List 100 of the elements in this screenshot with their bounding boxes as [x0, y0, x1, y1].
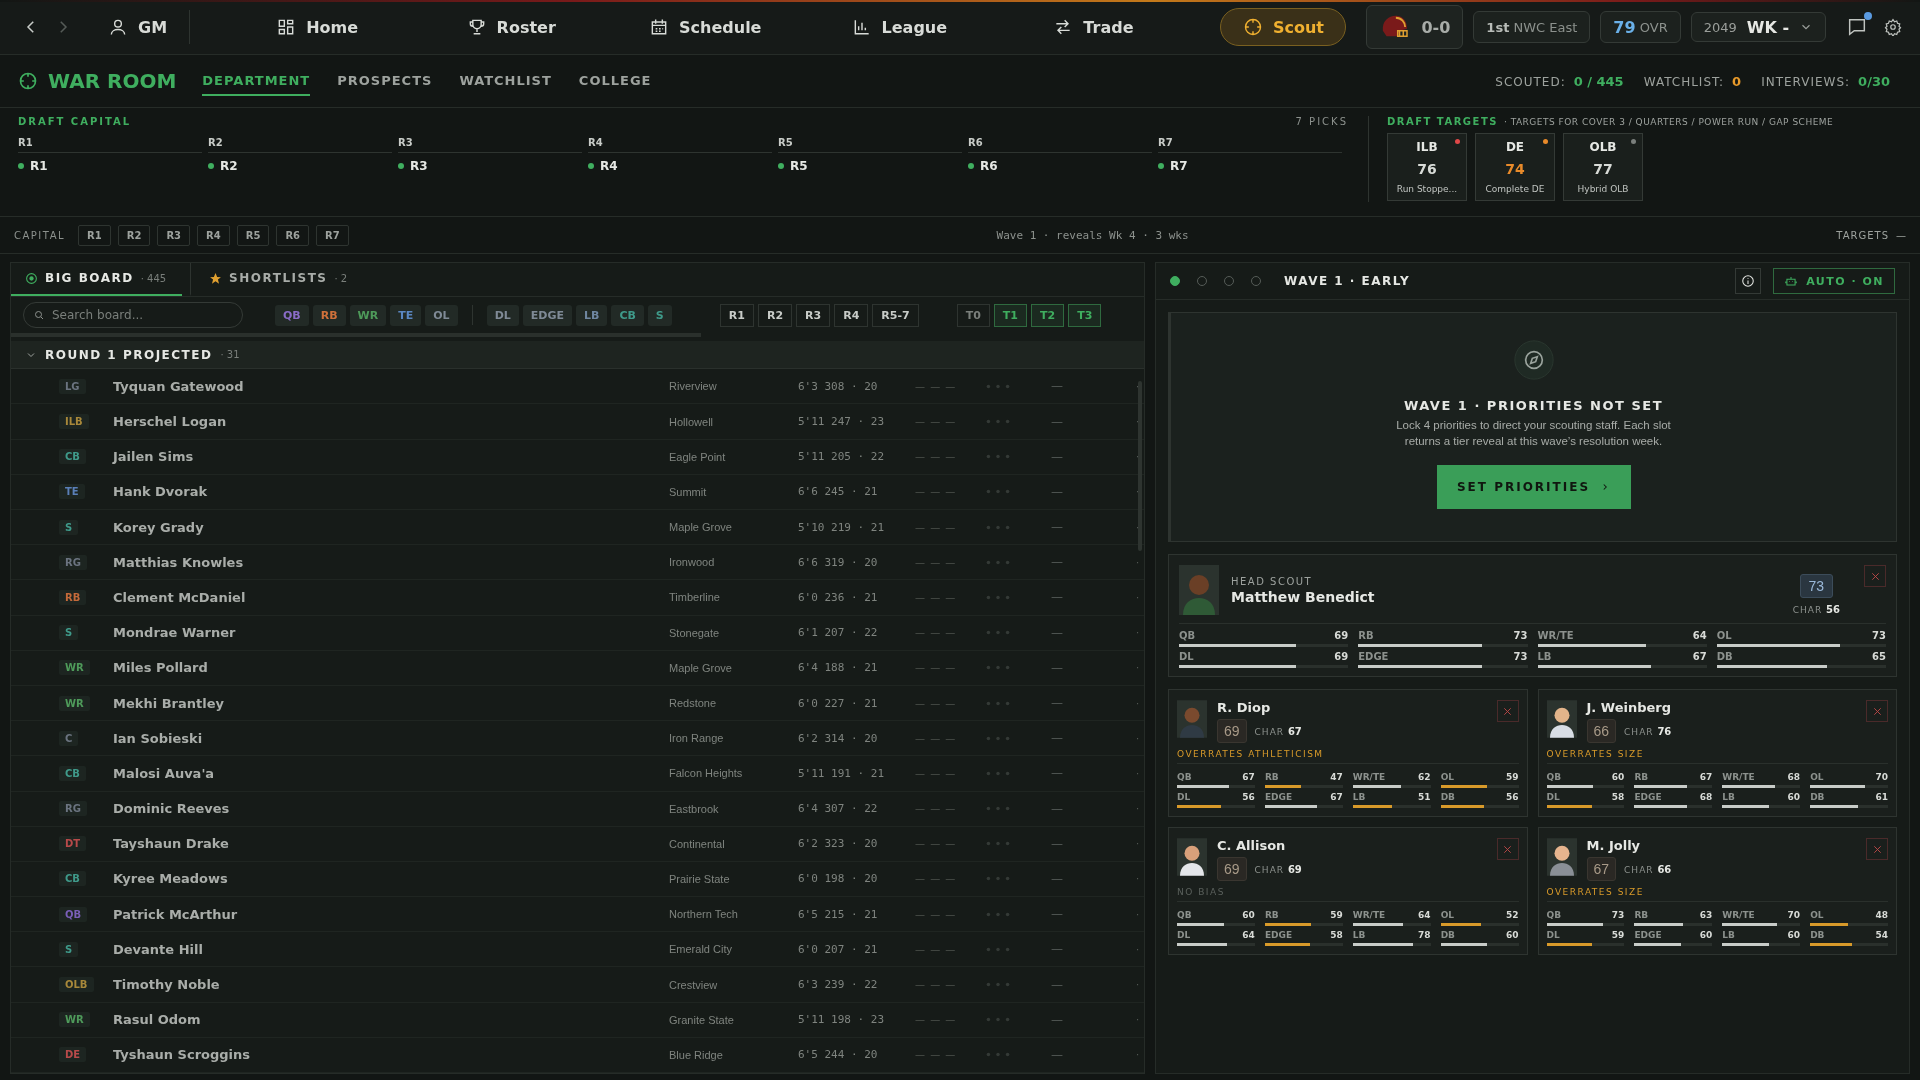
player-row[interactable]: CB Kyree Meadows Prairie State 6'0 198 · 20 — — — — ·: [11, 861, 1144, 898]
nav-item[interactable]: Scout: [1220, 8, 1347, 46]
round-chip[interactable]: R1: [78, 224, 111, 246]
group-header[interactable]: ROUND 1 PROJECTED · 31: [11, 340, 1144, 370]
nav-item[interactable]: Schedule: [608, 8, 803, 46]
tier-placeholder: —: [1051, 520, 1064, 535]
close-button[interactable]: [1866, 838, 1888, 860]
position-tag: CB: [59, 871, 86, 887]
round-filter[interactable]: R4: [834, 303, 869, 327]
player-row[interactable]: S Korey Grady Maple Grove 5'10 219 · 21 — — — — ·: [11, 510, 1144, 546]
position-filter[interactable]: CB: [611, 304, 644, 326]
skill-label: WR/TE: [1722, 910, 1755, 920]
row-marker: ·: [1136, 767, 1141, 779]
tier-filter[interactable]: T2: [1030, 303, 1065, 327]
player-row[interactable]: DE Tyshaun Scroggins Blue Ridge 6'5 244 · 20 — — — — ·: [11, 1037, 1144, 1073]
player-row[interactable]: TE Hank Dvorak Summit 6'6 245 · 21 — — — — ·: [11, 474, 1144, 510]
close-button[interactable]: [1496, 838, 1519, 860]
section-tab[interactable]: DEPARTMENT: [202, 66, 311, 96]
nav-item[interactable]: League: [802, 8, 997, 46]
close-button[interactable]: [1866, 700, 1888, 722]
player-row[interactable]: LG Tyquan Gatewood Riverview 6'3 308 · 20 — — — — ·: [11, 369, 1144, 405]
player-row[interactable]: C Ian Sobieski Iron Range 6'2 314 · 20 — — — — ·: [11, 721, 1144, 757]
player-name: Tyquan Gatewood: [113, 378, 245, 394]
close-button[interactable]: [1864, 565, 1886, 587]
collapse-toggle[interactable]: —: [1896, 229, 1906, 241]
info-button[interactable]: [1735, 268, 1762, 294]
position-filter[interactable]: RB: [312, 304, 346, 326]
position-tag: TE: [59, 484, 85, 500]
grade-placeholder: — — —: [915, 380, 958, 392]
position-filter[interactable]: OL: [425, 304, 458, 326]
target-card[interactable]: ILB 76 Run Stoppe...: [1387, 133, 1467, 201]
round-chip[interactable]: R5: [236, 224, 270, 246]
measurables: 6'1 207 · 22: [798, 626, 879, 640]
player-name: Herschel Logan: [113, 414, 228, 430]
skill-label: EDGE: [1264, 930, 1293, 940]
section-tab[interactable]: WATCHLIST: [459, 66, 552, 96]
dots-icon: [986, 806, 1010, 812]
player-row[interactable]: WR Rasul Odom Granite State 5'11 198 · 23 — — — — ·: [11, 1002, 1144, 1038]
settings-icon[interactable]: [1884, 18, 1903, 36]
search-field[interactable]: Search board...: [23, 302, 243, 329]
close-button[interactable]: [1496, 700, 1519, 722]
position-filter[interactable]: WR: [349, 304, 387, 326]
player-row[interactable]: CB Jailen Sims Eagle Point 5'11 205 · 22 — — — — ·: [11, 439, 1144, 475]
nav-item[interactable]: Roster: [414, 8, 609, 46]
position-tag: S: [59, 519, 79, 535]
nav-item[interactable]: Trade: [996, 8, 1191, 46]
target-card[interactable]: DE 74 Complete DE: [1475, 133, 1555, 201]
player-row[interactable]: QB Patrick McArthur Northern Tech 6'5 215 · 21 — — — — ·: [11, 897, 1144, 933]
tier-filter[interactable]: T0: [956, 303, 990, 327]
school-name: Northern Tech: [669, 908, 739, 921]
section-tab[interactable]: COLLEGE: [578, 66, 652, 96]
position-filter[interactable]: LB: [575, 304, 608, 326]
round-chip[interactable]: R6: [276, 224, 310, 246]
measurables: 5'10 219 · 21: [798, 520, 886, 534]
board-tab[interactable]: BIG BOARD · 445: [11, 263, 183, 296]
round-filter[interactable]: R5-7: [872, 303, 919, 327]
player-row[interactable]: OLB Timothy Noble Crestview 6'3 239 · 22 — — — — ·: [11, 967, 1144, 1003]
player-row[interactable]: S Mondrae Warner Stonegate 6'1 207 · 22 — — — — ·: [11, 615, 1144, 651]
position-filter[interactable]: TE: [390, 304, 422, 326]
position-filter[interactable]: DL: [486, 304, 519, 326]
nav-item[interactable]: Home: [220, 8, 415, 46]
targets-subtitle: · TARGETS FOR COVER 3 / QUARTERS / POWER RUN / GAP SCHEME: [1503, 117, 1834, 127]
season-week-dropdown[interactable]: 2049 WK -: [1690, 12, 1827, 42]
position-filter[interactable]: EDGE: [522, 304, 572, 326]
auto-button[interactable]: AUTO · ON: [1773, 268, 1895, 294]
skill-label: DB: [1440, 930, 1455, 940]
scout-name: Matthew Benedict: [1231, 588, 1375, 605]
player-row[interactable]: WR Miles Pollard Maple Grove 6'4 188 · 21 — — — — ·: [11, 650, 1144, 686]
player-row[interactable]: RG Matthias Knowles Ironwood 6'6 319 · 20 — — — — ·: [11, 545, 1144, 581]
skill-label: RB: [1264, 910, 1279, 920]
tier-filter[interactable]: T3: [1068, 303, 1102, 327]
tier-filter[interactable]: T1: [993, 303, 1027, 327]
position-filter[interactable]: S: [647, 304, 672, 326]
target-card[interactable]: OLB 77 Hybrid OLB: [1563, 133, 1643, 201]
set-priorities-button[interactable]: SET PRIORITIES: [1436, 465, 1631, 509]
round-filter[interactable]: R3: [796, 303, 831, 327]
nav-item[interactable]: GM: [108, 8, 168, 46]
round-chip[interactable]: R3: [157, 224, 191, 246]
scout-name: C. Allison: [1217, 838, 1287, 853]
round-chip[interactable]: R4: [197, 224, 230, 246]
target-label: Run Stoppe...: [1396, 184, 1458, 195]
player-row[interactable]: DT Tayshaun Drake Continental 6'2 323 · 20 — — — — ·: [11, 826, 1144, 862]
group-title: ROUND 1 PROJECTED: [45, 347, 213, 362]
player-row[interactable]: RG Dominic Reeves Eastbrook 6'4 307 · 22 — — — — ·: [11, 791, 1144, 827]
player-name: Miles Pollard: [113, 660, 209, 676]
skill-label: EDGE: [1358, 651, 1389, 662]
player-row[interactable]: CB Malosi Auva'a Falcon Heights 5'11 191 · 21 — — — — ·: [11, 756, 1144, 792]
player-row[interactable]: S Devante Hill Emerald City 6'0 207 · 21 — — — — ·: [11, 932, 1144, 968]
section-title: DRAFT TARGETS: [1387, 116, 1498, 127]
round-filter[interactable]: R1: [719, 303, 754, 327]
round-filter[interactable]: R2: [757, 303, 793, 327]
record-box[interactable]: 0-0: [1366, 5, 1464, 49]
player-row[interactable]: ILB Herschel Logan Hollowell 5'11 247 · 23 — — — — ·: [11, 404, 1144, 440]
player-row[interactable]: WR Mekhi Brantley Redstone 6'0 227 · 21 — — — — ·: [11, 685, 1144, 722]
round-chip[interactable]: R7: [316, 224, 349, 246]
section-tab[interactable]: PROSPECTS: [337, 66, 433, 96]
round-chip[interactable]: R2: [117, 224, 151, 246]
player-row[interactable]: RB Clement McDaniel Timberline 6'0 236 · 21 — — — — ·: [11, 580, 1144, 616]
board-tab[interactable]: SHORTLISTS · 2: [190, 263, 364, 296]
position-filter[interactable]: QB: [275, 304, 309, 326]
